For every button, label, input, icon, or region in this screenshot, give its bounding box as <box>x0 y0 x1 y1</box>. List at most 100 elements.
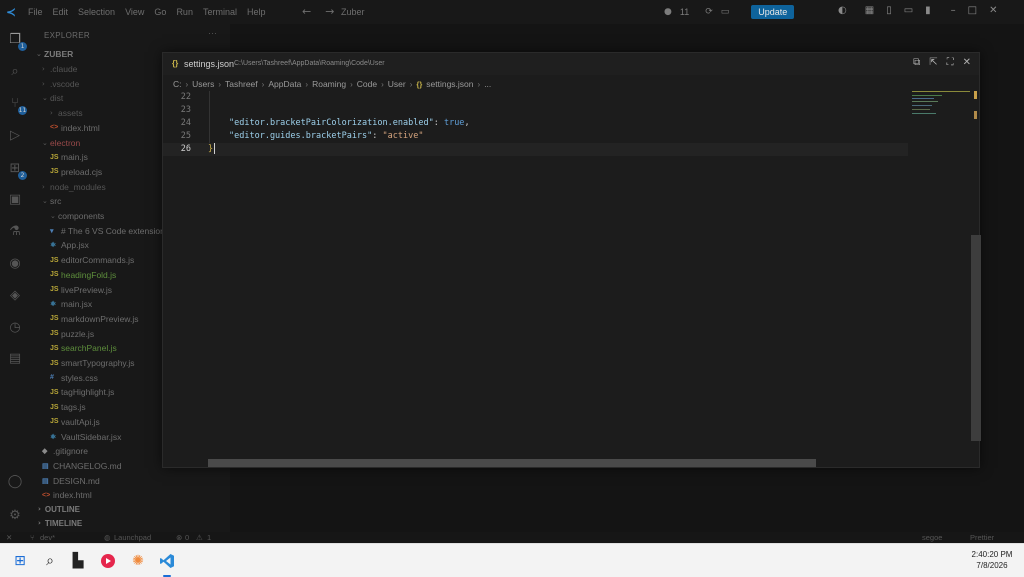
menu-selection[interactable]: Selection <box>78 7 115 17</box>
tree-file[interactable]: ⚛ App.jsx <box>50 238 89 252</box>
status-right-a[interactable]: segoe <box>922 532 942 543</box>
tree-file[interactable]: <> index.html <box>42 488 92 502</box>
minimap[interactable] <box>912 89 972 129</box>
tree-file[interactable]: ◆ .gitignore <box>42 444 88 458</box>
tree-file[interactable]: JS preload.cjs <box>50 165 102 179</box>
branch-name[interactable]: dev* <box>40 532 55 543</box>
copy-icon[interactable]: ⧉ <box>913 57 920 68</box>
gitlens-icon[interactable]: ◈ <box>7 288 23 304</box>
menu-go[interactable]: Go <box>154 7 166 17</box>
remote-indicator-icon[interactable]: ✕ <box>6 532 12 543</box>
tree-file[interactable]: # styles.css <box>50 371 98 385</box>
tree-file[interactable]: JS vaultApi.js <box>50 415 100 429</box>
tree-folder[interactable]: ⌄ components <box>50 209 104 223</box>
breadcrumb-item[interactable]: AppData <box>268 79 301 89</box>
timeline-icon[interactable]: ◷ <box>7 320 23 336</box>
tree-file[interactable]: JS headingFold.js <box>50 268 116 282</box>
task-view-icon[interactable]: ▙ <box>69 552 87 570</box>
errors-count[interactable]: 0 <box>185 532 189 543</box>
ports-icon[interactable]: ● <box>664 7 672 17</box>
tree-folder[interactable]: › node_modules <box>42 180 106 194</box>
search-icon[interactable]: ⌕ <box>41 552 59 570</box>
timeline-section[interactable]: › TIMELINE <box>38 516 82 530</box>
breadcrumb-item[interactable]: Code <box>357 79 377 89</box>
breadcrumb-item[interactable]: User <box>388 79 406 89</box>
containers-icon[interactable]: ▤ <box>7 351 23 367</box>
warnings-count[interactable]: 1 <box>207 532 211 543</box>
copilot-icon[interactable]: ◐ <box>838 5 847 16</box>
app-burst-icon[interactable]: ✺ <box>129 552 147 570</box>
media-player-icon[interactable] <box>99 552 117 570</box>
menu-run[interactable]: Run <box>176 7 193 17</box>
tree-file[interactable]: ⚛ VaultSidebar.jsx <box>50 430 121 444</box>
menu-terminal[interactable]: Terminal <box>203 7 237 17</box>
toggle-panel-icon[interactable]: ▭ <box>904 5 913 16</box>
breadcrumb-more[interactable]: ... <box>484 79 491 89</box>
tree-file[interactable]: JS searchPanel.js <box>50 341 117 355</box>
menu-help[interactable]: Help <box>247 7 266 17</box>
breadcrumb-file[interactable]: settings.json <box>426 79 473 89</box>
manage-gear-icon[interactable]: ⚙ <box>7 508 23 524</box>
menu-edit[interactable]: Edit <box>53 7 69 17</box>
explorer-icon[interactable]: ❐ 1 <box>7 32 27 51</box>
tree-file[interactable]: JS main.js <box>50 150 88 164</box>
code-editor[interactable]: 22 23 24 "editor.bracketPairColorization… <box>163 91 908 461</box>
run-debug-icon[interactable]: ▷ <box>7 128 23 144</box>
remote-icon[interactable]: ▭ <box>721 7 730 17</box>
horizontal-scrollbar[interactable] <box>208 459 816 467</box>
tree-folder[interactable]: › assets <box>50 106 83 120</box>
more-actions-icon[interactable]: ··· <box>208 28 217 38</box>
menu-file[interactable]: File <box>28 7 43 17</box>
layout-icon[interactable]: ▦ <box>865 5 874 16</box>
source-control-icon[interactable]: ⑂ 11 <box>7 96 27 115</box>
outline-section[interactable]: › OUTLINE <box>38 502 80 516</box>
vscode-taskbar-icon[interactable] <box>158 552 176 570</box>
tree-file[interactable]: ▤ DESIGN.md <box>42 474 100 488</box>
tree-file[interactable]: ⚛ main.jsx <box>50 297 92 311</box>
command-center[interactable]: Zuber <box>341 7 365 17</box>
vertical-scrollbar[interactable] <box>971 235 981 441</box>
tree-file[interactable]: JS editorCommands.js <box>50 253 134 267</box>
update-button[interactable]: Update <box>751 5 795 19</box>
search-icon[interactable]: ⌕ <box>7 64 23 80</box>
testing-icon[interactable]: ⚗ <box>7 224 23 240</box>
tree-folder[interactable]: ⌄ electron <box>42 136 80 150</box>
tree-file[interactable]: JS puzzle.js <box>50 327 94 341</box>
windows-start-icon[interactable]: ⊞ <box>11 552 29 570</box>
tree-folder[interactable]: › .claude <box>42 62 77 76</box>
tree-file[interactable]: JS markdownPreview.js <box>50 312 138 326</box>
tree-file[interactable]: <> index.html <box>50 121 100 135</box>
forward-arrow-icon[interactable]: → <box>325 5 334 18</box>
launchpad-label[interactable]: Launchpad <box>114 532 151 543</box>
breadcrumb-item[interactable]: Users <box>192 79 214 89</box>
tree-folder[interactable]: ⌄ dist <box>42 91 63 105</box>
remote-explorer-icon[interactable]: ▣ <box>7 192 23 208</box>
system-clock[interactable]: 2:40:20 PM 7/8/2026 <box>966 549 1018 571</box>
menu-view[interactable]: View <box>125 7 144 17</box>
github-icon[interactable]: ◉ <box>7 256 23 272</box>
tree-file[interactable]: JS tags.js <box>50 400 86 414</box>
extensions-icon[interactable]: ⊞ 2 <box>7 161 27 180</box>
maximize-editor-icon[interactable]: ⛶ <box>947 57 954 68</box>
workspace-root[interactable]: ⌄ ZUBER <box>36 47 73 61</box>
tree-folder[interactable]: › .vscode <box>42 77 79 91</box>
toggle-secondary-icon[interactable]: ▮ <box>925 5 931 16</box>
close-icon[interactable]: ✕ <box>963 57 971 68</box>
toggle-sidebar-icon[interactable]: ▯ <box>886 5 892 16</box>
tree-file[interactable]: JS livePreview.js <box>50 283 112 297</box>
back-arrow-icon[interactable]: ← <box>302 5 311 18</box>
close-window-icon[interactable]: ✕ <box>989 5 997 16</box>
tree-folder[interactable]: ⌄ src <box>42 194 61 208</box>
tree-file[interactable]: ▤ CHANGELOG.md <box>42 459 122 473</box>
breadcrumb-item[interactable]: Tashreef <box>225 79 258 89</box>
tree-file[interactable]: ▾ # The 6 VS Code extensions <box>50 224 169 238</box>
minimize-icon[interactable]: – <box>951 5 956 16</box>
breadcrumb-item[interactable]: Roaming <box>312 79 346 89</box>
tree-file[interactable]: JS tagHighlight.js <box>50 385 114 399</box>
maximize-icon[interactable]: □ <box>968 5 977 16</box>
account-icon[interactable]: ◯ <box>7 474 23 490</box>
sync-icon[interactable]: ⟳ <box>705 7 713 17</box>
open-in-editor-icon[interactable]: ⇱ <box>929 57 937 68</box>
tab-settings-json[interactable]: settings.json <box>184 59 234 69</box>
prettier-status[interactable]: Prettier <box>970 532 994 543</box>
